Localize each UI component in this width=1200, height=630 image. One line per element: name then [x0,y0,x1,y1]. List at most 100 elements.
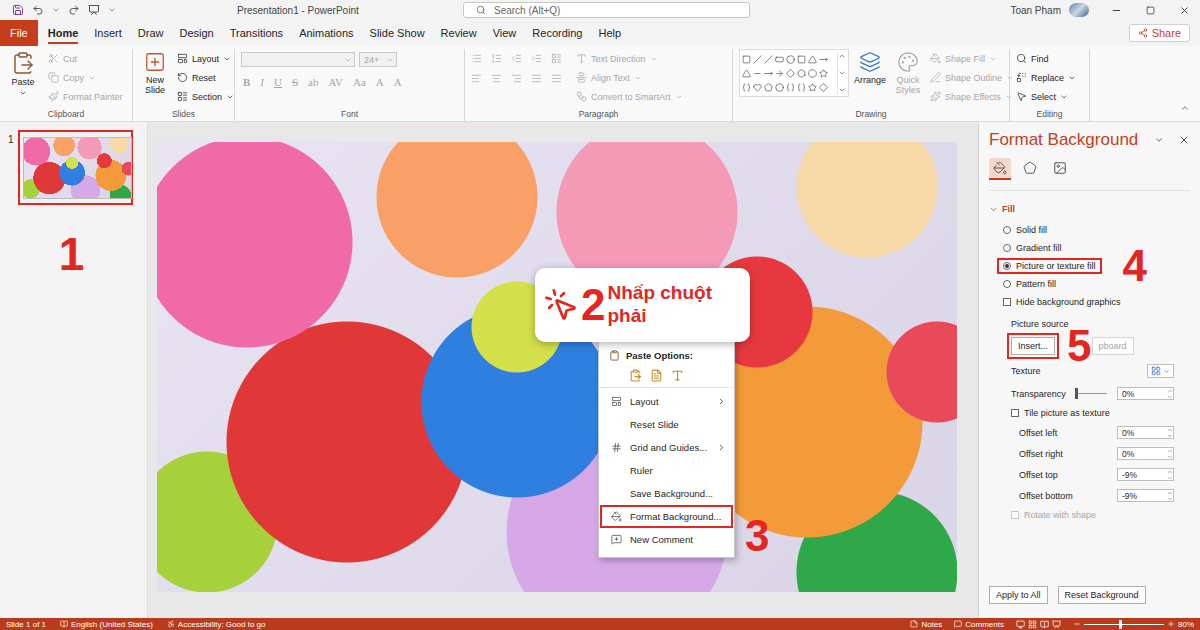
radio-button[interactable] [1003,226,1011,234]
slide-thumbnail[interactable] [18,130,133,205]
shape-icon[interactable] [808,55,817,64]
offset-field[interactable]: -9% [1117,489,1174,502]
shape-icon[interactable] [764,55,773,64]
slideshow-icon[interactable] [1052,620,1061,629]
tile-checkbox[interactable]: Tile picture as texture [1011,404,1174,422]
shape-icon[interactable] [742,83,751,92]
shape-icon[interactable] [797,83,806,92]
menu-item[interactable]: Ruler [600,459,733,482]
save-icon[interactable] [12,4,24,16]
shapes-gallery[interactable] [739,49,849,97]
shape-icon[interactable] [775,83,784,92]
undo-icon[interactable] [32,4,44,16]
spin-up-icon[interactable] [1167,427,1173,433]
shape-icon[interactable] [819,83,828,92]
close-window-icon[interactable] [1179,5,1190,16]
ribbon-button[interactable]: Select [1016,87,1076,106]
ribbon-tab[interactable]: Design [171,20,221,46]
shape-icon[interactable] [742,69,751,78]
offset-field[interactable]: 0% [1117,447,1174,460]
shape-icon[interactable] [775,69,784,78]
ribbon-tab[interactable]: View [485,20,525,46]
paste-button[interactable]: Paste [6,49,40,97]
offset-field[interactable]: -9% [1117,468,1174,481]
paste-keep-source-icon[interactable] [650,369,663,382]
fill-option-radio[interactable]: Gradient fill [997,240,1068,256]
paste-text-only-icon[interactable] [671,369,684,382]
spin-down-icon[interactable] [1167,475,1173,481]
fill-option-radio[interactable]: Pattern fill [997,276,1062,292]
transparency-slider[interactable] [1076,393,1107,394]
shape-icon[interactable] [764,83,773,92]
ribbon-button[interactable]: Section [177,87,234,106]
menu-item[interactable]: Grid and Guides... [600,436,733,459]
undo-menu-icon[interactable] [52,6,60,14]
ribbon-button[interactable]: Find [1016,49,1076,68]
shape-icon[interactable] [742,55,751,64]
slide-background-photo[interactable] [157,142,957,592]
paste-use-destination-icon[interactable] [629,369,642,382]
zoom-level[interactable]: 80% [1178,620,1194,629]
shape-icon[interactable] [808,69,817,78]
menu-item[interactable]: Format Background... [600,505,733,528]
radio-button[interactable] [1003,244,1011,252]
ribbon-tab[interactable]: Animations [291,20,361,46]
spin-down-icon[interactable] [1167,496,1173,502]
shape-icon[interactable] [753,69,762,78]
share-button[interactable]: Share [1129,24,1190,42]
maximize-icon[interactable] [1146,6,1155,15]
scroll-up-icon[interactable] [838,52,846,60]
menu-item[interactable]: Layout [600,390,733,413]
new-slide-button[interactable]: New Slide [139,49,171,96]
ribbon-tab[interactable]: Recording [524,20,590,46]
fill-tab[interactable] [989,158,1011,180]
pane-button[interactable]: Reset Background [1058,586,1146,604]
shape-icon[interactable] [753,55,762,64]
menu-item[interactable]: Reset Slide [600,413,733,436]
zoom-thumb[interactable] [1119,620,1122,629]
shape-icon[interactable] [786,69,795,78]
shape-icon[interactable] [797,55,806,64]
zoom-out-icon[interactable] [1073,620,1081,628]
minimize-icon[interactable] [1111,5,1122,16]
menu-item[interactable]: Save Background... [600,482,733,505]
fill-option-radio[interactable]: Picture or texture fill [997,258,1102,274]
pane-options-icon[interactable] [1154,135,1164,145]
shape-icon[interactable] [753,83,762,92]
transparency-field[interactable]: 0% [1117,387,1174,400]
checkbox[interactable] [1011,409,1019,417]
spin-up-icon[interactable] [1167,490,1173,496]
collapse-ribbon[interactable] [1180,99,1190,117]
zoom-in-icon[interactable] [1167,620,1175,628]
present-icon[interactable] [88,4,100,16]
scroll-down-icon[interactable] [838,69,846,77]
spin-down-icon[interactable] [1167,433,1173,439]
normal-view-icon[interactable] [1016,620,1025,629]
spin-up-icon[interactable] [1167,469,1173,475]
shape-icon[interactable] [786,55,795,64]
shape-icon[interactable] [819,55,828,64]
shape-icon[interactable] [786,83,795,92]
ribbon-button[interactable]: Reset [177,68,234,87]
slider-thumb[interactable] [1075,388,1078,399]
ribbon-tab[interactable]: Help [590,20,629,46]
ribbon-button[interactable]: Layout [177,49,234,68]
pane-button[interactable]: Apply to All [989,586,1048,604]
shape-icon[interactable] [775,55,784,64]
search-box[interactable]: Search (Alt+Q) [463,2,750,18]
menu-item[interactable]: New Comment [600,528,733,551]
ribbon-tab[interactable]: Draw [130,20,172,46]
spin-down-icon[interactable] [1167,394,1173,400]
fill-section-header[interactable]: Fill [989,201,1190,217]
close-icon[interactable] [1178,134,1190,146]
redo-icon[interactable] [68,4,80,16]
radio-button[interactable] [1003,280,1011,288]
gallery-more-icon[interactable] [838,86,846,94]
notes-button[interactable]: Notes [910,620,942,629]
picture-tab[interactable] [1049,158,1071,180]
spin-down-icon[interactable] [1167,454,1173,460]
shape-icon[interactable] [819,69,828,78]
zoom-slider[interactable] [1084,624,1164,625]
spin-up-icon[interactable] [1167,448,1173,454]
ribbon-tab[interactable]: Review [433,20,485,46]
